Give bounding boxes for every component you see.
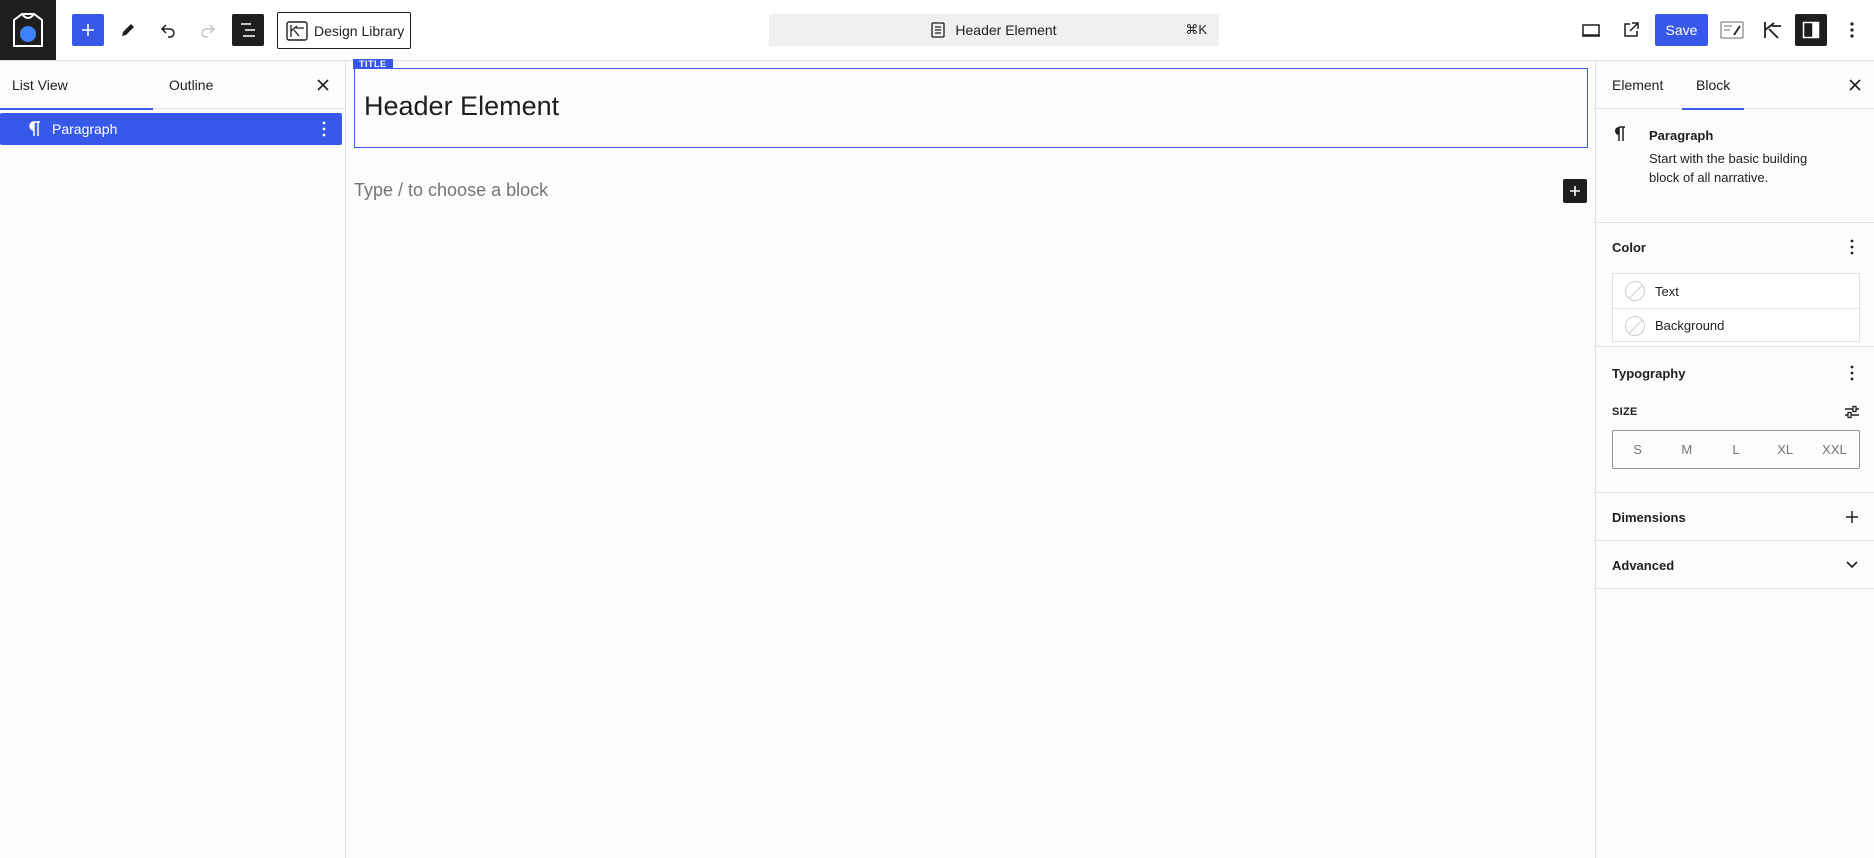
dimensions-panel[interactable]: Dimensions: [1596, 493, 1874, 541]
settings-sliders-icon: [1845, 405, 1859, 419]
settings-sidebar: Element Block Paragraph Start with the b…: [1595, 61, 1874, 858]
style-book-icon: [1720, 21, 1744, 39]
block-card-description: Start with the basic building block of a…: [1649, 151, 1808, 185]
document-icon: [931, 22, 946, 38]
pencil-icon: [122, 24, 134, 36]
command-palette-bar[interactable]: Header Element ⌘K: [769, 14, 1219, 46]
list-view-item-options-button[interactable]: [314, 119, 334, 139]
paragraph-icon: [1614, 126, 1626, 142]
typography-panel-title: Typography: [1612, 366, 1686, 381]
plugin-button[interactable]: [1756, 14, 1788, 46]
editor-top-toolbar: Design Library Header Element ⌘K Save: [0, 0, 1874, 61]
empty-block-placeholder[interactable]: Type / to choose a block: [354, 180, 548, 201]
style-book-button[interactable]: [1716, 14, 1748, 46]
chevron-down-icon: [1846, 561, 1858, 569]
editor-canvas: Header Element TITLE Type / to choose a …: [347, 59, 1595, 858]
list-view-icon: [241, 23, 255, 37]
dimensions-panel-title: Dimensions: [1612, 510, 1686, 525]
sidebar-tabs: Element Block: [1596, 61, 1874, 110]
font-size-label: SIZE: [1612, 406, 1638, 418]
redo-icon: [201, 24, 216, 38]
redo-button[interactable]: [192, 14, 224, 46]
document-overview-panel: List View Outline Paragraph: [0, 61, 346, 858]
design-library-label: Design Library: [314, 22, 405, 39]
post-title[interactable]: Header Element: [364, 91, 559, 122]
close-sidebar-button[interactable]: [1844, 74, 1866, 96]
more-vertical-icon: [1850, 22, 1854, 38]
block-card: Paragraph Start with the basic building …: [1596, 109, 1874, 223]
undo-button[interactable]: [152, 14, 184, 46]
color-panel-title: Color: [1612, 240, 1646, 255]
font-size-picker: S M L XL XXL: [1612, 430, 1860, 469]
list-view-item-label: Paragraph: [52, 121, 118, 137]
tools-button[interactable]: [112, 14, 144, 46]
tab-element[interactable]: Element: [1612, 61, 1663, 109]
advanced-toggle-button[interactable]: [1842, 555, 1862, 575]
post-title-block[interactable]: Header Element: [354, 68, 1588, 148]
document-overview-button[interactable]: [232, 14, 264, 46]
text-color-item[interactable]: Text: [1613, 274, 1859, 308]
external-link-icon: [1624, 22, 1639, 37]
more-vertical-icon: [1850, 365, 1854, 381]
list-view-item-paragraph[interactable]: Paragraph: [0, 113, 342, 145]
tab-outline[interactable]: Outline: [169, 61, 213, 109]
site-logo[interactable]: [0, 0, 56, 60]
document-title: Header Element: [955, 22, 1057, 38]
device-preview-button[interactable]: [1575, 14, 1607, 46]
tab-list-view[interactable]: List View: [0, 61, 153, 110]
empty-color-swatch-icon: [1625, 315, 1645, 336]
advanced-panel[interactable]: Advanced: [1596, 541, 1874, 589]
custom-size-button[interactable]: [1842, 402, 1862, 422]
font-size-l[interactable]: L: [1711, 431, 1760, 468]
advanced-panel-title: Advanced: [1612, 558, 1675, 573]
block-inserter-button[interactable]: [72, 14, 104, 46]
font-size-xxl[interactable]: XXL: [1810, 431, 1859, 468]
plugin-icon: [1764, 22, 1781, 39]
design-library-button[interactable]: Design Library: [277, 12, 411, 49]
settings-sidebar-toggle[interactable]: [1795, 14, 1827, 46]
font-size-xl[interactable]: XL: [1761, 431, 1810, 468]
typography-options-button[interactable]: [1842, 363, 1862, 383]
sidebar-toggle-icon: [1802, 21, 1820, 39]
plus-icon: [1846, 511, 1858, 523]
close-icon: [1849, 79, 1861, 91]
close-icon: [317, 79, 329, 91]
options-menu-button[interactable]: [1836, 14, 1868, 46]
plus-icon: [1570, 186, 1580, 196]
text-color-label: Text: [1655, 283, 1679, 299]
dimensions-add-button[interactable]: [1842, 507, 1862, 527]
more-vertical-icon: [322, 121, 326, 137]
background-color-label: Background: [1655, 318, 1725, 333]
view-post-button[interactable]: [1615, 14, 1647, 46]
save-button[interactable]: Save: [1655, 14, 1708, 46]
color-panel: Color Text Background: [1596, 223, 1874, 347]
color-settings-list: Text Background: [1612, 273, 1860, 342]
font-size-m[interactable]: M: [1662, 431, 1711, 468]
site-logo-icon: [13, 13, 43, 47]
command-shortcut: ⌘K: [1185, 22, 1207, 37]
add-block-button[interactable]: [1563, 179, 1587, 203]
tab-block[interactable]: Block: [1681, 61, 1745, 110]
design-library-icon: [286, 20, 308, 41]
background-color-item[interactable]: Background: [1613, 308, 1859, 342]
paragraph-icon: [26, 121, 44, 137]
more-vertical-icon: [1850, 239, 1854, 255]
plus-icon: [82, 24, 94, 36]
close-left-panel-button[interactable]: [312, 74, 334, 96]
block-card-title: Paragraph: [1649, 128, 1714, 143]
color-options-button[interactable]: [1842, 237, 1862, 257]
empty-color-swatch-icon: [1625, 281, 1645, 301]
title-block-tag: TITLE: [353, 59, 393, 69]
undo-icon: [160, 24, 175, 38]
desktop-preview-icon: [1582, 24, 1600, 37]
font-size-s[interactable]: S: [1613, 431, 1662, 468]
left-panel-tabs: List View Outline: [0, 61, 345, 110]
typography-panel: Typography SIZE S M L XL XXL: [1596, 347, 1874, 493]
